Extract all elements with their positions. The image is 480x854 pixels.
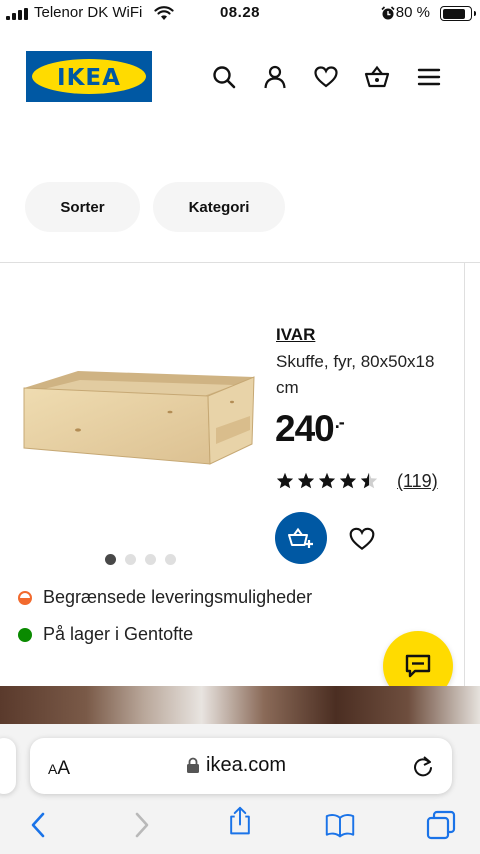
star-icon <box>339 472 357 489</box>
aa-small: A <box>48 761 58 777</box>
review-count-link[interactable]: (119) <box>397 471 438 492</box>
product-name[interactable]: IVAR <box>276 325 315 345</box>
add-to-basket-icon <box>288 527 313 548</box>
ikea-logo[interactable]: IKEA <box>26 51 152 102</box>
bookmarks-icon[interactable] <box>325 810 355 840</box>
url-display[interactable]: ikea.com <box>186 754 286 777</box>
divider <box>0 262 480 263</box>
star-icon <box>276 472 294 489</box>
category-button[interactable]: Kategori <box>153 182 285 232</box>
carousel-dot[interactable] <box>145 554 156 565</box>
price-suffix: .- <box>334 412 345 432</box>
aa-big: A <box>57 758 71 779</box>
delivery-availability: Begrænsede leveringsmuligheder <box>18 587 312 608</box>
alarm-icon <box>381 6 395 20</box>
stock-status-icon <box>18 627 32 642</box>
tabs-icon[interactable] <box>426 810 456 840</box>
carousel-dot[interactable] <box>125 554 136 565</box>
sort-button[interactable]: Sorter <box>25 182 140 232</box>
lock-icon <box>187 757 199 773</box>
battery-icon <box>440 6 476 21</box>
logo-text: IKEA <box>57 65 121 91</box>
half-star-icon <box>360 472 378 489</box>
star-icon <box>297 472 315 489</box>
price-value: 240 <box>275 408 335 449</box>
star-icon <box>318 472 336 489</box>
menu-icon[interactable] <box>416 64 442 90</box>
share-icon[interactable] <box>225 806 255 836</box>
stock-text: På lager i Gentofte <box>43 624 194 644</box>
add-to-cart-button[interactable] <box>275 512 327 564</box>
forward-icon[interactable] <box>126 810 156 840</box>
reload-icon[interactable] <box>411 753 435 779</box>
battery-percent: 80 % <box>395 4 430 21</box>
reader-options-button[interactable]: AA <box>48 758 70 780</box>
profile-icon[interactable] <box>262 64 288 90</box>
chat-icon <box>405 654 431 678</box>
delivery-text: Begrænsede leveringsmuligheder <box>43 587 313 607</box>
url-text: ikea.com <box>206 754 287 776</box>
favourite-heart-icon[interactable] <box>348 525 376 553</box>
rating-stars <box>276 472 378 489</box>
heart-icon[interactable] <box>313 64 339 90</box>
product-description: Skuffe, fyr, 80x50x18 cm <box>276 352 435 397</box>
delivery-status-icon <box>18 590 32 605</box>
stock-availability: På lager i Gentofte <box>18 624 193 645</box>
product-image[interactable] <box>20 368 256 468</box>
divider <box>464 262 465 686</box>
carousel-dot[interactable] <box>105 554 116 565</box>
status-bar: Telenor DK WiFi 08.28 80 % <box>0 0 480 26</box>
previous-tab-preview[interactable] <box>0 738 16 794</box>
product-price: 240.- <box>275 408 345 450</box>
basket-icon[interactable] <box>364 64 390 90</box>
carousel-dot[interactable] <box>165 554 176 565</box>
back-icon[interactable] <box>24 810 54 840</box>
search-icon[interactable] <box>211 64 237 90</box>
image-carousel-dots[interactable] <box>105 554 176 565</box>
